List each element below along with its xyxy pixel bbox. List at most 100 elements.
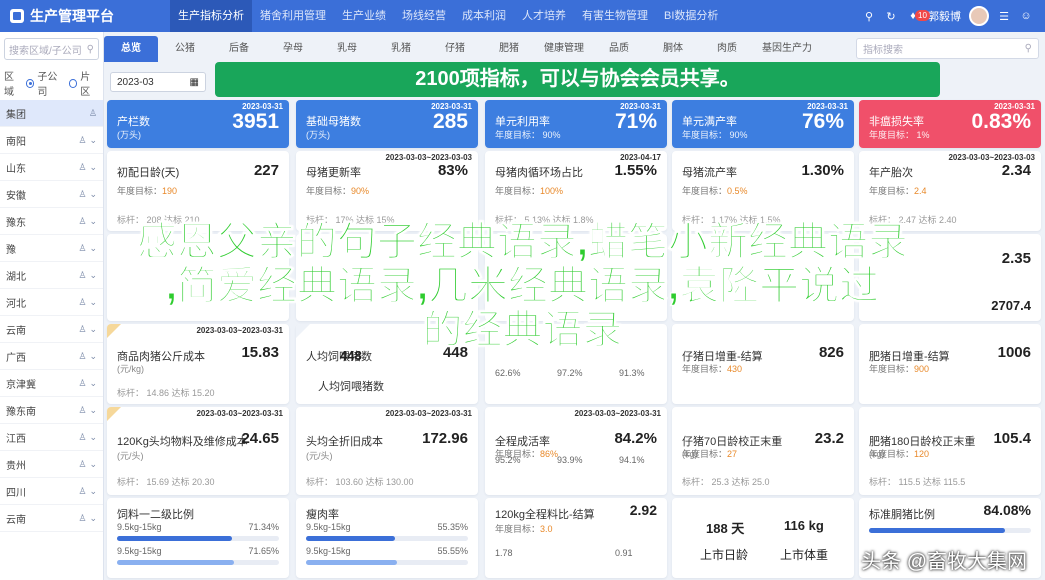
kpi-card[interactable]: 2023-03-03~2023-03-31 全程成活率 84.2% 年度目标：86% 9…	[485, 407, 667, 495]
kpi-card[interactable]: 120kg全程料比-结算 2.92 年度目标：3.0 1.78 0.91	[485, 498, 667, 578]
radio-dot-icon[interactable]	[68, 78, 78, 88]
nav-item-performance[interactable]: 生产业绩	[334, 0, 394, 32]
chevron-down-icon[interactable]: ⌄	[89, 513, 97, 524]
person-icon[interactable]: ♙	[78, 405, 86, 416]
person-icon[interactable]: ♙	[78, 162, 86, 173]
tab-indicator[interactable]: 公猪	[158, 36, 212, 62]
kpi-card[interactable]: 2023-03-31 单元利用率 年度目标： 90% 71%	[485, 100, 667, 148]
region-label: 四川	[6, 487, 26, 499]
region-label: 南阳	[6, 136, 26, 148]
chevron-down-icon[interactable]: ⌄	[89, 135, 97, 146]
kpi-card[interactable]: 2023-03-03~2023-03-03 年产胎次 2.34 年度目标：2.4 标杆：…	[859, 151, 1041, 231]
radio-subsidiary[interactable]: 子公司	[37, 68, 65, 98]
avatar[interactable]	[969, 6, 989, 26]
kpi-card[interactable]: 仔猪70日龄校正末重 23.2 (kg) 年度目标：27 标杆： 25.3 达标 25.…	[672, 407, 854, 495]
kpi-card[interactable]: 瘦肉率 9.5kg-15kg 55.35% 9.5kg-15kg 55.55%	[296, 498, 478, 578]
search-icon[interactable]: ⚲	[862, 9, 876, 23]
card-title: 年产胎次	[869, 167, 913, 179]
tab-indicator[interactable]: 孕母	[266, 36, 320, 62]
user-icon[interactable]: ☺	[1019, 9, 1033, 23]
sidebar-item-region[interactable]: 山东 ♙ ⌄	[0, 154, 103, 181]
nav-item-production[interactable]: 生产指标分析	[170, 0, 252, 32]
sidebar-item-region[interactable]: 京津冀 ♙ ⌄	[0, 370, 103, 397]
kpi-card[interactable]: 2023-03-31 单元满产率 年度目标： 90% 76%	[672, 100, 854, 148]
card-unit: (元/头)	[117, 451, 144, 461]
nav-item-pests[interactable]: 有害生物管理	[574, 0, 656, 32]
kpi-card[interactable]: 2023-03-03~2023-03-31 头均全折旧成本 172.96 (元/头) 标…	[296, 407, 478, 495]
card-value: 172.96	[422, 430, 468, 447]
radio-region[interactable]: 区域	[4, 68, 23, 98]
radio-area[interactable]: 片区	[80, 68, 99, 98]
kpi-card[interactable]: 母猪流产率 1.30% 年度目标：0.5% 标杆： 1.17% 达标 1.5%	[672, 151, 854, 231]
nav-item-cost-profit[interactable]: 成本利润	[454, 0, 514, 32]
nav-item-talent[interactable]: 人才培养	[514, 0, 574, 32]
tab-indicator[interactable]: 肉质	[700, 36, 754, 62]
user-name[interactable]: 郭毅博	[928, 8, 961, 24]
person-icon[interactable]: ♙	[78, 189, 86, 200]
person-icon[interactable]: ♙	[78, 351, 86, 362]
top-nav: 生产指标分析 猪舍利用管理 生产业绩 场线经营 成本利润 人才培养 有害生物管理…	[170, 0, 726, 32]
kpi-card[interactable]: 初配日龄(天) 227 年度目标：190 标杆： 208 达标 210	[107, 151, 289, 231]
bell-icon[interactable]: ♦ 10	[906, 9, 930, 23]
card-target: 年度目标：900	[869, 362, 929, 375]
kpi-card[interactable]: 2023-03-03~2023-03-31 120Kg头均物料及维修成本 24.65…	[107, 407, 289, 495]
sidebar-item-region[interactable]: 南阳 ♙ ⌄	[0, 127, 103, 154]
sidebar-item-region[interactable]: 安徽 ♙ ⌄	[0, 181, 103, 208]
chevron-down-icon[interactable]: ⌄	[89, 486, 97, 497]
person-icon[interactable]: ♙	[78, 459, 86, 470]
tab-indicator[interactable]: 后备	[212, 36, 266, 62]
kpi-card[interactable]: 188 天 116 kg 上市日龄 上市体重	[672, 498, 854, 578]
kpi-card[interactable]: 肥猪180日龄校正末重 105.4 (kg) 年度目标：120 标杆： 115.5 达标…	[859, 407, 1041, 495]
sidebar-search-input[interactable]: 搜索区域/子公司 ⚲	[4, 38, 99, 60]
nav-item-bi[interactable]: BI数据分析	[656, 0, 726, 32]
sidebar-item-region[interactable]: 云南 ♙ ⌄	[0, 505, 103, 532]
sidebar-item-region[interactable]: 贵州 ♙ ⌄	[0, 451, 103, 478]
indicator-search-input[interactable]: 指标搜索 ⚲	[856, 38, 1039, 59]
kpi-card[interactable]: 2023-03-31 基础母猪数 (万头) 285	[296, 100, 478, 148]
person-icon[interactable]: ♙	[78, 486, 86, 497]
target-value: 2.4	[914, 186, 927, 196]
kpi-card[interactable]: 2023-03-31 产栏数 (万头) 3951	[107, 100, 289, 148]
date-picker[interactable]: 2023-03 ▦	[110, 72, 206, 92]
tab-indicator[interactable]: 乳母	[320, 36, 374, 62]
kpi-card[interactable]: 2023-03-03~2023-03-03 母猪更新率 83% 年度目标：90% 标杆：…	[296, 151, 478, 231]
chevron-down-icon[interactable]: ⌄	[89, 459, 97, 470]
kpi-card[interactable]: 2023-03-31 非瘟损失率 年度目标： 1% 0.83%	[859, 100, 1041, 148]
sidebar-item-region[interactable]: 四川 ♙ ⌄	[0, 478, 103, 505]
tab-indicator[interactable]: 肥猪	[482, 36, 536, 62]
kpi-card[interactable]: 2023-04-17 母猪肉循环场占比 1.55% 年度目标：100% 标杆： 5.13…	[485, 151, 667, 231]
bar-value: 71.65%	[248, 546, 279, 556]
person-icon[interactable]: ♙	[78, 135, 86, 146]
chevron-down-icon[interactable]: ⌄	[89, 162, 97, 173]
chevron-down-icon[interactable]: ⌄	[89, 351, 97, 362]
person-icon[interactable]: ♙	[78, 513, 86, 524]
nav-item-pens[interactable]: 猪舍利用管理	[252, 0, 334, 32]
tab-indicator[interactable]: 健康管理	[536, 36, 592, 62]
menu-icon[interactable]: ☰	[997, 9, 1011, 23]
target-value: 900	[914, 364, 930, 374]
chevron-down-icon[interactable]: ⌄	[89, 405, 97, 416]
tab-indicator[interactable]: 胴体	[646, 36, 700, 62]
chevron-down-icon[interactable]: ⌄	[89, 378, 97, 389]
tab-indicator[interactable]: 乳猪	[374, 36, 428, 62]
region-label: 山东	[6, 163, 26, 175]
region-label: 豫东南	[6, 406, 36, 418]
radio-dot-icon[interactable]	[25, 78, 35, 88]
person-icon[interactable]: ♙	[78, 378, 86, 389]
person-icon[interactable]: ♙	[89, 108, 97, 119]
card-unit: (元/kg)	[117, 364, 145, 374]
tab-indicator[interactable]: 总览	[104, 36, 158, 62]
tab-indicator[interactable]: 仔猪	[428, 36, 482, 62]
chevron-down-icon[interactable]: ⌄	[89, 432, 97, 443]
sidebar-item-region[interactable]: 江西 ♙ ⌄	[0, 424, 103, 451]
nav-item-farm-ops[interactable]: 场线经营	[394, 0, 454, 32]
refresh-icon[interactable]: ↻	[884, 9, 898, 23]
target-value: 90%	[351, 186, 370, 196]
kpi-card[interactable]: 饲料一二级比例 9.5kg-15kg 71.34% 9.5kg-15kg 71.65%	[107, 498, 289, 578]
person-icon[interactable]: ♙	[78, 432, 86, 443]
sidebar-item-region[interactable]: 豫东南 ♙ ⌄	[0, 397, 103, 424]
tab-indicator[interactable]: 品质	[592, 36, 646, 62]
chevron-down-icon[interactable]: ⌄	[89, 189, 97, 200]
tab-indicator[interactable]: 基因生产力	[754, 36, 820, 62]
sidebar-item-region[interactable]: 集团 ♙	[0, 100, 103, 127]
